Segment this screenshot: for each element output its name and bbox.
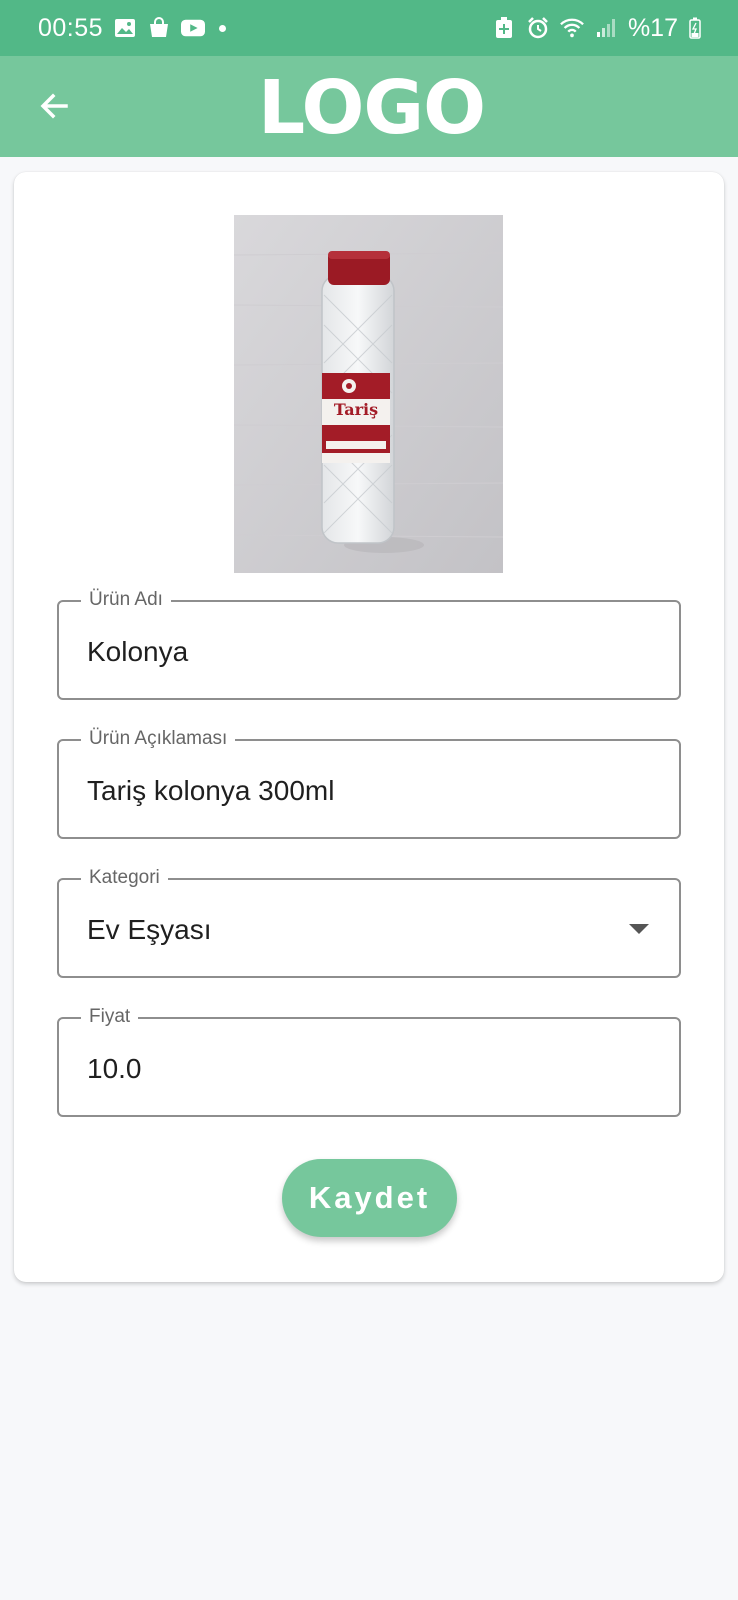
price-value[interactable]: 10.0 <box>87 1053 142 1085</box>
category-value[interactable]: Ev Eşyası <box>87 914 211 946</box>
back-button[interactable] <box>30 82 78 130</box>
product-form-card: Tariş Ürün Adı Kolonya Ürün Açıklaması T… <box>14 172 724 1282</box>
product-name-field[interactable]: Ürün Adı Kolonya <box>57 589 681 700</box>
arrow-back-icon <box>40 93 68 119</box>
youtube-icon <box>181 16 206 40</box>
status-right: %17 <box>492 14 702 43</box>
status-bar: 00:55 %17 <box>0 0 738 56</box>
category-dropdown[interactable]: Kategori Ev Eşyası <box>57 867 681 978</box>
signal-icon <box>594 16 618 40</box>
wifi-icon <box>560 16 584 40</box>
product-description-field[interactable]: Ürün Açıklaması Tariş kolonya 300ml <box>57 728 681 839</box>
product-name-label: Ürün Adı <box>81 589 171 611</box>
price-field[interactable]: Fiyat 10.0 <box>57 1006 681 1117</box>
category-label: Kategori <box>81 867 168 889</box>
price-label: Fiyat <box>81 1006 139 1028</box>
battery-saver-icon <box>492 16 516 40</box>
save-button[interactable]: Kaydet <box>282 1159 457 1237</box>
battery-percent: %17 <box>627 13 678 42</box>
product-description-label: Ürün Açıklaması <box>81 728 236 750</box>
dropdown-arrow-icon[interactable] <box>629 924 649 934</box>
app-logo: LOGO <box>258 65 486 151</box>
app-bar: LOGO <box>0 56 738 157</box>
gallery-icon <box>113 16 137 40</box>
shopping-bag-icon <box>147 16 171 40</box>
product-image[interactable]: Tariş <box>234 215 503 573</box>
status-time: 00:55 <box>38 13 104 42</box>
status-left: 00:55 <box>38 13 227 43</box>
charging-battery-icon <box>688 16 702 40</box>
product-description-value[interactable]: Tariş kolonya 300ml <box>87 775 334 807</box>
svg-text:Tariş: Tariş <box>334 400 378 419</box>
alarm-icon <box>526 16 550 40</box>
notification-dot-icon <box>219 24 227 32</box>
product-name-value[interactable]: Kolonya <box>87 636 188 668</box>
